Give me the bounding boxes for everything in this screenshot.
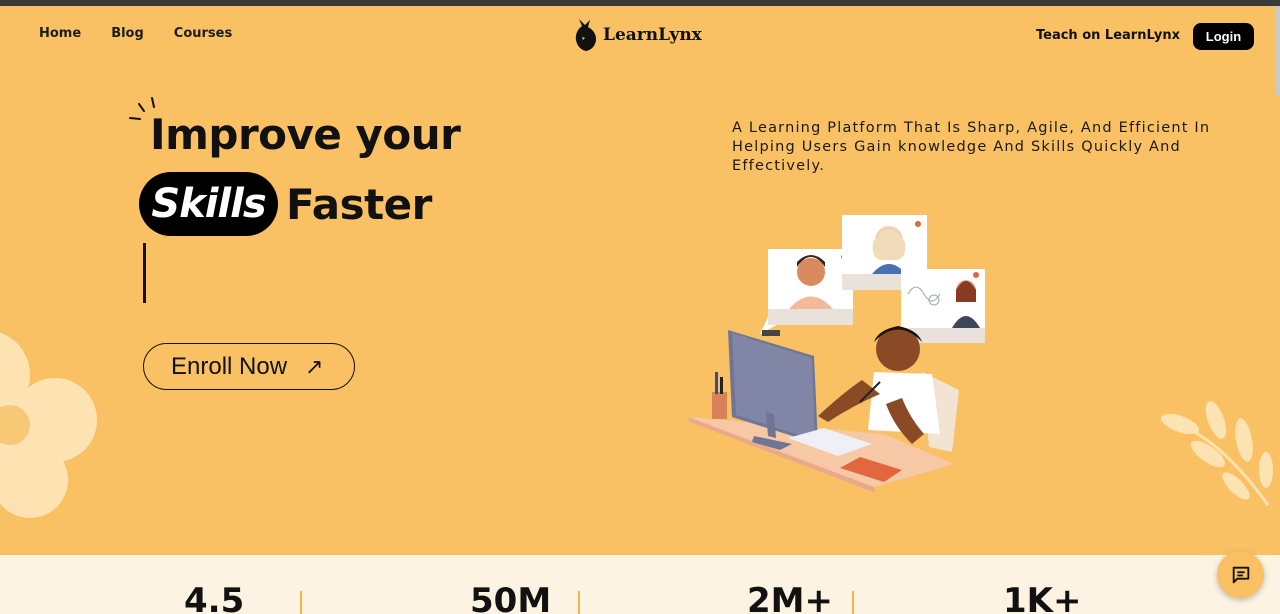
video-card-man [760, 249, 853, 334]
typing-caret [143, 243, 146, 303]
brand-logo[interactable]: LearnLynx [573, 17, 702, 53]
arrow-up-right-icon: ↗ [305, 353, 324, 379]
nav-home-link[interactable]: Home [39, 26, 81, 41]
nav-links: Home Blog Courses [39, 26, 232, 41]
lynx-logo-icon [575, 19, 596, 51]
top-navigation: Home Blog Courses LearnLynx Teach on Lea… [0, 6, 1280, 62]
stat-rating: 4.5 [184, 581, 245, 614]
nav-blog-link[interactable]: Blog [111, 26, 144, 41]
stat-divider [852, 591, 854, 614]
stat-divider [300, 591, 302, 614]
stat-divider [578, 591, 580, 614]
nav-courses-link[interactable]: Courses [174, 26, 232, 41]
stats-bar: 4.5 50M 2M+ 1K+ [0, 555, 1280, 614]
flower-decoration [0, 332, 97, 518]
online-learning-illustration [688, 215, 985, 493]
stat-users: 50M [470, 581, 552, 614]
login-button[interactable]: Login [1193, 23, 1254, 50]
hero-title: Improve your [150, 110, 461, 159]
hero-title-rest: Faster [286, 179, 432, 229]
chat-bubble-icon [1232, 566, 1249, 583]
stat-courses: 1K+ [1003, 581, 1082, 614]
stat-learners: 2M+ [747, 581, 833, 614]
hero-tagline: A Learning Platform That Is Sharp, Agile… [732, 120, 1211, 174]
skills-highlight: Skills [139, 172, 278, 236]
chat-button[interactable] [1217, 551, 1264, 598]
enroll-label: Enroll Now [171, 352, 288, 380]
enroll-now-button[interactable]: Enroll Now ↗ [143, 343, 355, 390]
hero-title-line2: Skills Faster [139, 172, 432, 236]
leaf-decoration [1161, 401, 1273, 506]
brand-name: LearnLynx [603, 25, 702, 45]
teach-link[interactable]: Teach on LearnLynx [1036, 28, 1180, 43]
